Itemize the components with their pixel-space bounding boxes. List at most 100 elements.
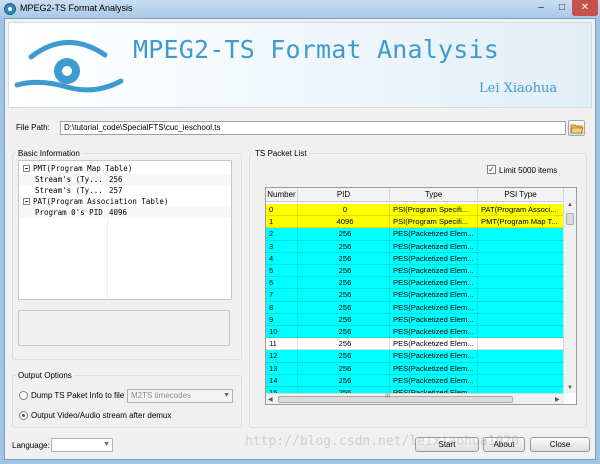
cell-n: 10: [266, 326, 298, 338]
cell-pid: 256: [298, 362, 390, 375]
table-row[interactable]: 8 256 PES(Packetized Elem...: [266, 301, 564, 314]
cell-n: 1: [266, 216, 298, 229]
table-row[interactable]: 2 256 PES(Packetized Elem...: [266, 228, 564, 241]
maximize-button[interactable]: □: [552, 0, 572, 16]
cell-n: 3: [266, 240, 298, 253]
table-row[interactable]: 4 256 PES(Packetized Elem...: [266, 252, 564, 265]
banner: MPEG2-TS Format Analysis Lei Xiaohua: [8, 22, 592, 108]
tree-node-stream-2[interactable]: Stream's (Ty... 257: [19, 185, 231, 196]
table-row[interactable]: 14 256 PES(Packetized Elem...: [266, 374, 564, 387]
window-title: MPEG2-TS Format Analysis: [20, 3, 133, 13]
browse-button[interactable]: [568, 120, 585, 136]
language-select[interactable]: ▼: [51, 438, 113, 452]
cell-n: 9: [266, 313, 298, 326]
cell-n: 0: [266, 204, 298, 216]
banner-title: MPEG2-TS Format Analysis: [133, 35, 500, 64]
info-tree[interactable]: PMT(Program Map Table) Stream's (Ty... 2…: [18, 160, 232, 300]
table-row[interactable]: 7 256 PES(Packetized Elem...: [266, 289, 564, 302]
table-row[interactable]: 13 256 PES(Packetized Elem...: [266, 362, 564, 375]
tree-node-stream-1[interactable]: Stream's (Ty... 256: [19, 174, 231, 185]
scroll-up-icon[interactable]: ▲: [567, 202, 573, 208]
cell-n: 11: [266, 338, 298, 351]
output-options-title: Output Options: [16, 371, 74, 380]
chevron-down-icon: ▼: [223, 392, 230, 399]
table-row[interactable]: 3 256 PES(Packetized Elem...: [266, 240, 564, 253]
column-header-type[interactable]: Type: [390, 188, 478, 201]
cell-type: PES(Packetized Elem...: [390, 301, 478, 314]
close-button[interactable]: Close: [530, 437, 590, 452]
cell-psi: [478, 277, 564, 290]
cell-type: PES(Packetized Elem...: [390, 277, 478, 290]
table-row[interactable]: 10 256 PES(Packetized Elem...: [266, 326, 564, 339]
basic-information-title: Basic Information: [16, 149, 82, 158]
cell-psi: [478, 240, 564, 253]
app-window: MPEG2-TS Format Analysis – □ ✕ MPEG2-TS …: [0, 0, 600, 464]
eye-logo-icon: [14, 40, 124, 93]
packet-table[interactable]: Number PID Type PSI Type 0 0 PSI(Program S…: [265, 187, 577, 405]
cell-type: PES(Packetized Elem...: [390, 228, 478, 241]
cell-pid: 256: [298, 277, 390, 290]
limit-label: Limit 5000 items: [499, 166, 558, 175]
tree-node-pmt[interactable]: PMT(Program Map Table): [19, 163, 231, 174]
table-row[interactable]: 6 256 PES(Packetized Elem...: [266, 277, 564, 290]
scroll-right-icon[interactable]: ▶: [555, 396, 560, 403]
table-row[interactable]: 5 256 PES(Packetized Elem...: [266, 265, 564, 278]
cell-type: PES(Packetized Elem...: [390, 289, 478, 302]
cell-psi: [478, 313, 564, 326]
limit-checkbox[interactable]: ✓: [487, 165, 496, 174]
file-path-label: File Path:: [16, 123, 50, 132]
cell-type: PES(Packetized Elem...: [390, 265, 478, 277]
cell-n: 4: [266, 252, 298, 265]
cell-pid: 256: [298, 228, 390, 241]
cell-psi: [478, 350, 564, 363]
title-bar[interactable]: MPEG2-TS Format Analysis – □ ✕: [0, 0, 600, 18]
dump-ts-label: Dump TS Paket Info to file: [31, 391, 125, 400]
cell-pid: 256: [298, 265, 390, 277]
cell-type: PSI(Program Specifi...: [390, 204, 478, 216]
output-stream-radio[interactable]: [19, 411, 28, 420]
table-row[interactable]: 1 4096 PSI(Program Specifi... PMT(Program M…: [266, 216, 564, 229]
dump-format-select[interactable]: M2TS timecodes ▼: [127, 389, 233, 403]
file-path-input[interactable]: D:\tutorial_code\SpecialFTS\cuc_ieschool…: [60, 121, 566, 135]
cell-n: 8: [266, 301, 298, 314]
cell-type: PSI(Program Specifi...: [390, 216, 478, 229]
close-window-button[interactable]: ✕: [572, 0, 598, 16]
table-row[interactable]: 0 0 PSI(Program Specifi... PAT(Program Asso…: [266, 204, 564, 217]
column-header-number[interactable]: Number: [266, 188, 298, 201]
language-label: Language:: [12, 441, 50, 450]
vertical-scrollbar[interactable]: ▲ ▼: [563, 201, 576, 393]
ts-packet-list-title: TS Packet List: [253, 149, 309, 158]
column-header-psi-type[interactable]: PSI Type: [478, 188, 564, 201]
cell-n: 2: [266, 228, 298, 241]
tree-node-pat[interactable]: PAT(Program Association Table): [19, 196, 231, 207]
table-header: Number PID Type PSI Type: [266, 188, 576, 202]
cell-psi: PMT(Program Map T...: [478, 216, 564, 229]
cell-n: 14: [266, 374, 298, 387]
scroll-left-icon[interactable]: ◀: [268, 396, 273, 403]
cell-pid: 256: [298, 289, 390, 302]
minimize-button[interactable]: –: [530, 0, 552, 16]
cell-pid: 256: [298, 252, 390, 265]
tree-node-program-pid[interactable]: Program 0's PID 4096: [19, 207, 231, 218]
scroll-down-icon[interactable]: ▼: [567, 385, 573, 391]
cell-pid: 256: [298, 240, 390, 253]
table-row[interactable]: 12 256 PES(Packetized Elem...: [266, 350, 564, 363]
vertical-scroll-thumb[interactable]: [566, 213, 574, 225]
tree-column-divider: [107, 218, 108, 298]
table-row[interactable]: 9 256 PES(Packetized Elem...: [266, 313, 564, 326]
cell-psi: [478, 374, 564, 387]
table-row[interactable]: 11 256 PES(Packetized Elem...: [266, 338, 564, 351]
horizontal-scrollbar[interactable]: ◀ III ▶: [266, 393, 564, 404]
horizontal-scroll-thumb[interactable]: III: [278, 394, 513, 403]
collapse-icon[interactable]: [23, 165, 30, 172]
collapse-icon[interactable]: [23, 198, 30, 205]
cell-type: PES(Packetized Elem...: [390, 252, 478, 265]
cell-pid: 256: [298, 350, 390, 363]
cell-psi: [478, 252, 564, 265]
dump-ts-radio[interactable]: [19, 391, 28, 400]
watermark: http://blog.csdn.net/leixiaohua1020: [245, 434, 519, 449]
column-header-pid[interactable]: PID: [298, 188, 390, 201]
app-icon: [4, 3, 16, 15]
chevron-down-icon: ▼: [103, 441, 110, 448]
cell-pid: 256: [298, 313, 390, 326]
